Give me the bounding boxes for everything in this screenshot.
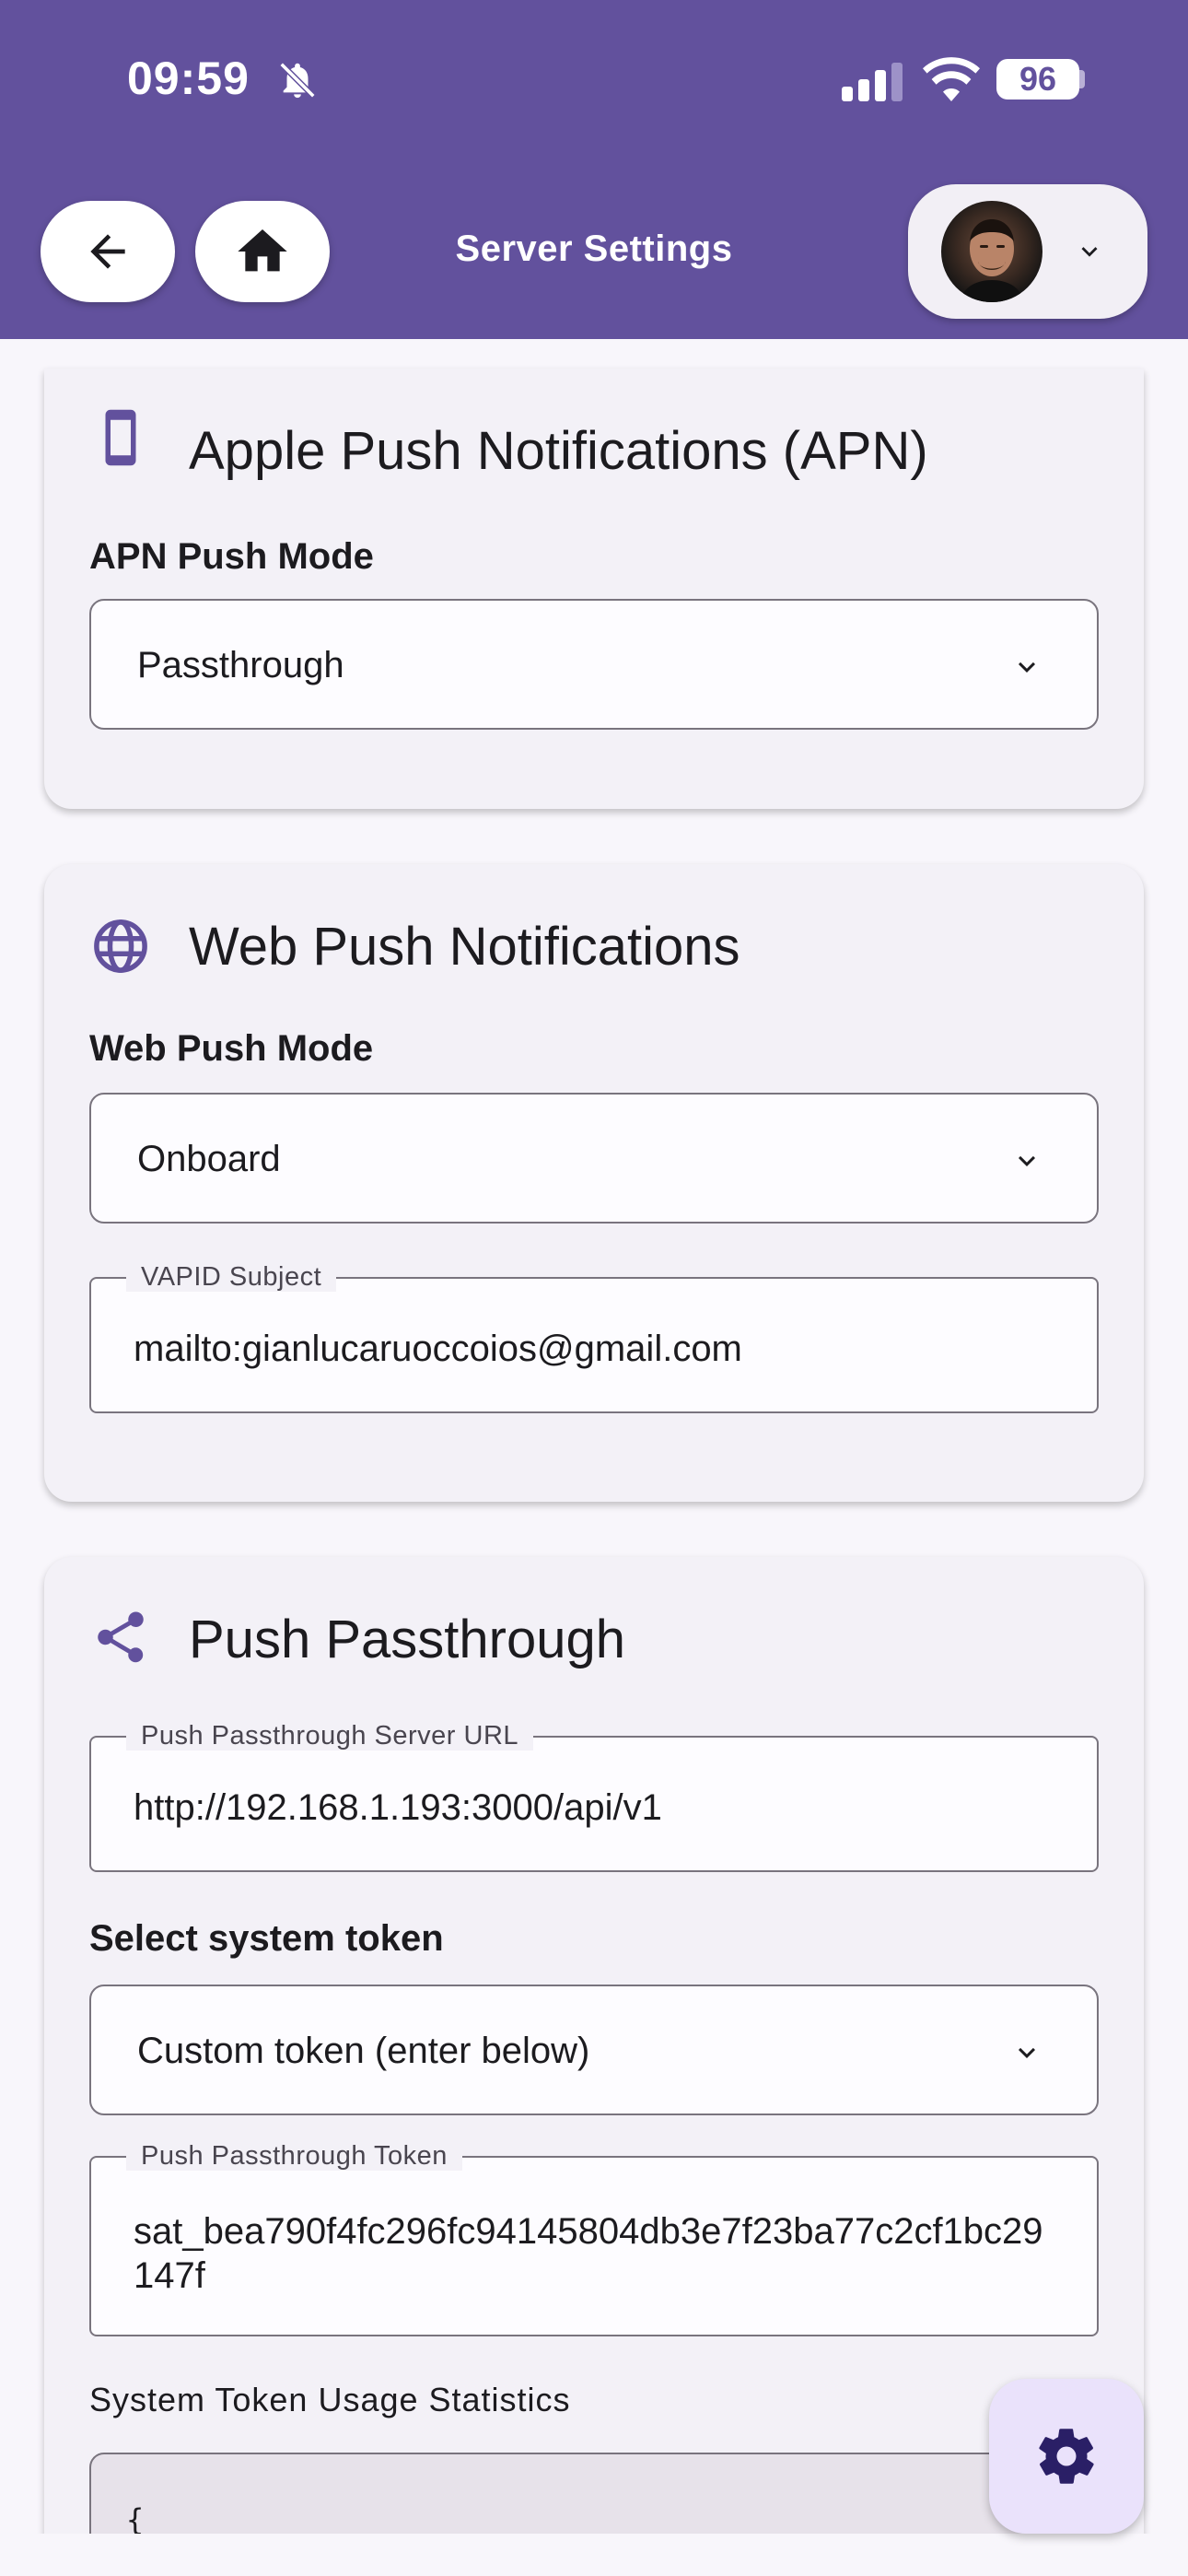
web-push-mode-dropdown[interactable]: Onboard	[89, 1093, 1099, 1224]
passthrough-token-label: Push Passthrough Token	[126, 2141, 462, 2171]
chevron-down-icon	[1019, 662, 1035, 673]
system-token-dropdown[interactable]: Custom token (enter below)	[89, 1985, 1099, 2115]
push-passthrough-card: Push Passthrough Push Passthrough Server…	[44, 1557, 1144, 2576]
account-menu-button[interactable]	[908, 184, 1147, 319]
chevron-down-icon	[1081, 247, 1098, 257]
system-token-select-label: Select system token	[89, 1918, 444, 1959]
avatar	[941, 201, 1042, 302]
passthrough-token-value: sat_bea790f4fc296fc94145804db3e7f23ba77c…	[134, 2211, 1043, 2296]
web-push-settings-card: Web Push Notifications Web Push Mode Onb…	[44, 864, 1144, 1502]
app-header: 09:59 96 Server Settings	[0, 0, 1188, 339]
passthrough-server-url-label: Push Passthrough Server URL	[126, 1721, 534, 1751]
vapid-subject-field[interactable]: VAPID Subject mailto:gianlucaruoccoios@g…	[89, 1262, 1099, 1413]
page-title: Server Settings	[455, 228, 733, 269]
passthrough-token-field[interactable]: Push Passthrough Token sat_bea790f4fc296…	[89, 2141, 1099, 2336]
apn-section-title: Apple Push Notifications (APN)	[189, 421, 928, 481]
push-passthrough-section-title: Push Passthrough	[189, 1610, 625, 1669]
chevron-down-icon	[1019, 2047, 1035, 2058]
bell-off-icon	[279, 62, 316, 99]
system-token-value: Custom token (enter below)	[137, 2031, 590, 2071]
bottom-safe-area	[0, 2534, 1188, 2576]
home-icon	[238, 229, 287, 272]
status-time: 09:59	[127, 53, 250, 104]
web-push-mode-value: Onboard	[137, 1139, 281, 1179]
vapid-subject-label: VAPID Subject	[126, 1262, 337, 1292]
wifi-icon	[923, 57, 980, 101]
battery-indicator: 96	[996, 59, 1079, 100]
arrow-left-icon	[90, 234, 125, 269]
home-button[interactable]	[195, 201, 330, 302]
vapid-subject-value: mailto:gianlucaruoccoios@gmail.com	[134, 1329, 742, 1369]
apn-settings-card: Apple Push Notifications (APN) APN Push …	[44, 369, 1144, 809]
apn-mode-dropdown[interactable]: Passthrough	[89, 599, 1099, 730]
globe-icon	[94, 919, 147, 973]
passthrough-server-url-field[interactable]: Push Passthrough Server URL http://192.1…	[89, 1721, 1099, 1872]
token-usage-stats-value: {	[126, 2502, 145, 2537]
smartphone-icon	[105, 409, 136, 466]
back-button[interactable]	[41, 201, 175, 302]
chevron-down-icon	[1019, 1155, 1035, 1166]
web-push-mode-label: Web Push Mode	[89, 1028, 374, 1069]
token-usage-stats-label: System Token Usage Statistics	[89, 2381, 571, 2418]
avatar-portrait	[960, 219, 1024, 302]
battery-tip	[1079, 70, 1085, 88]
share-icon	[98, 1611, 144, 1663]
web-push-section-title: Web Push Notifications	[189, 917, 740, 977]
cellular-signal-icon	[842, 63, 903, 101]
passthrough-server-url-value: http://192.168.1.193:3000/api/v1	[134, 1787, 662, 1828]
apn-mode-label: APN Push Mode	[89, 536, 374, 577]
apn-mode-value: Passthrough	[137, 645, 344, 685]
gear-icon	[1039, 2429, 1094, 2484]
settings-fab[interactable]	[989, 2379, 1144, 2534]
